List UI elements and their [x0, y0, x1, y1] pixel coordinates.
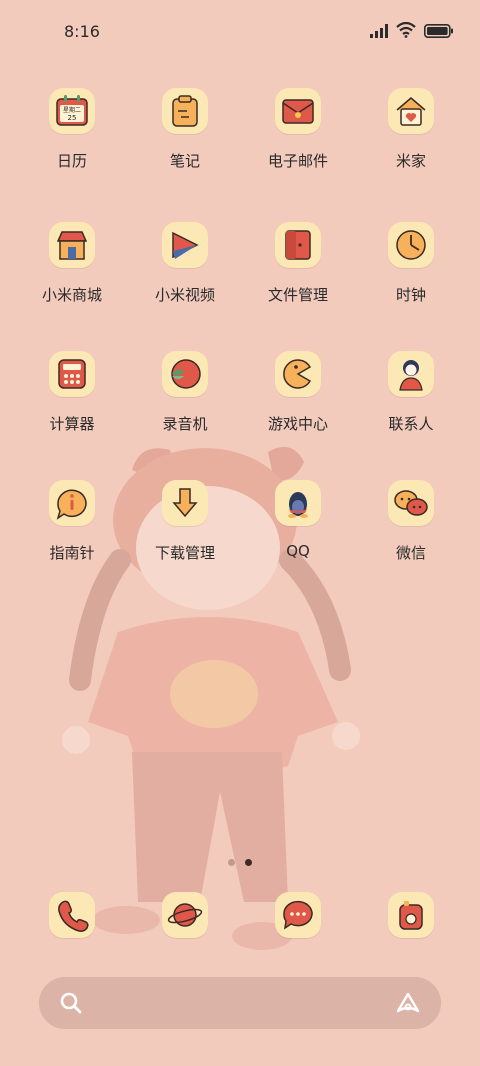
battery-icon: [424, 24, 453, 38]
search-icon: [60, 992, 82, 1014]
home-icon: [388, 88, 434, 134]
app-qq[interactable]: QQ: [241, 480, 355, 560]
notes-icon: [162, 88, 208, 134]
store-icon: [49, 222, 95, 268]
app-label: 日历: [56, 152, 87, 170]
app-downloads[interactable]: 下载管理: [128, 480, 242, 563]
app-clock[interactable]: 时钟: [354, 222, 468, 305]
clock-icon: [388, 222, 434, 268]
game-icon: [275, 351, 321, 397]
svg-text:25: 25: [68, 114, 77, 122]
mail-icon: [275, 88, 321, 134]
app-label: 笔记: [169, 152, 200, 170]
dock-camera[interactable]: [354, 892, 468, 938]
app-files[interactable]: 文件管理: [241, 222, 355, 305]
page-dot[interactable]: [228, 859, 235, 866]
app-contacts[interactable]: 联系人: [354, 351, 468, 434]
wifi-icon: [396, 22, 416, 38]
app-game-center[interactable]: 游戏中心: [241, 351, 355, 434]
search-bar[interactable]: [39, 977, 441, 1029]
download-icon: [162, 480, 208, 526]
browser-icon: [162, 892, 208, 938]
app-notes[interactable]: 笔记: [128, 88, 242, 171]
contacts-icon: [388, 351, 434, 397]
app-label: 录音机: [162, 415, 208, 433]
dock-phone[interactable]: [15, 892, 129, 938]
compass-icon: [49, 480, 95, 526]
app-calculator[interactable]: 计算器: [15, 351, 129, 434]
dock-browser[interactable]: [128, 892, 242, 938]
calculator-icon: [49, 351, 95, 397]
app-label: 时钟: [395, 286, 426, 304]
calendar-icon: 星期二 25: [49, 88, 95, 134]
page-indicator: [0, 851, 480, 870]
app-mall[interactable]: 小米商城: [15, 222, 129, 305]
folder-icon: [275, 222, 321, 268]
app-label: QQ: [286, 542, 310, 560]
app-wechat[interactable]: 微信: [354, 480, 468, 563]
app-calendar[interactable]: 星期二 25 日历: [15, 88, 129, 171]
assistant-icon[interactable]: [395, 991, 421, 1015]
dock-messages[interactable]: [241, 892, 355, 938]
page-dot-active[interactable]: [245, 859, 252, 866]
app-video[interactable]: 小米视频: [128, 222, 242, 305]
app-label: 文件管理: [267, 286, 328, 304]
app-label: 小米商城: [41, 286, 102, 304]
app-mail[interactable]: 电子邮件: [241, 88, 355, 171]
camera-icon: [388, 892, 434, 938]
svg-text:星期二: 星期二: [63, 106, 81, 114]
app-label: 小米视频: [154, 286, 215, 304]
app-label: 指南针: [49, 544, 95, 562]
video-icon: [162, 222, 208, 268]
app-label: 微信: [395, 544, 426, 562]
phone-icon: [49, 892, 95, 938]
app-label: 电子邮件: [267, 152, 328, 170]
recorder-icon: [162, 351, 208, 397]
app-recorder[interactable]: 录音机: [128, 351, 242, 434]
wechat-icon: [388, 480, 434, 526]
app-mihome[interactable]: 米家: [354, 88, 468, 171]
app-label: 米家: [395, 152, 426, 170]
app-label: 计算器: [49, 415, 95, 433]
qq-icon: [275, 480, 321, 526]
app-label: 联系人: [388, 415, 434, 433]
status-time: 8:16: [64, 22, 100, 41]
signal-icon: [370, 24, 388, 38]
status-bar: 8:16: [0, 0, 480, 60]
app-compass[interactable]: 指南针: [15, 480, 129, 563]
messages-icon: [275, 892, 321, 938]
app-label: 下载管理: [154, 544, 215, 562]
app-label: 游戏中心: [267, 415, 328, 433]
